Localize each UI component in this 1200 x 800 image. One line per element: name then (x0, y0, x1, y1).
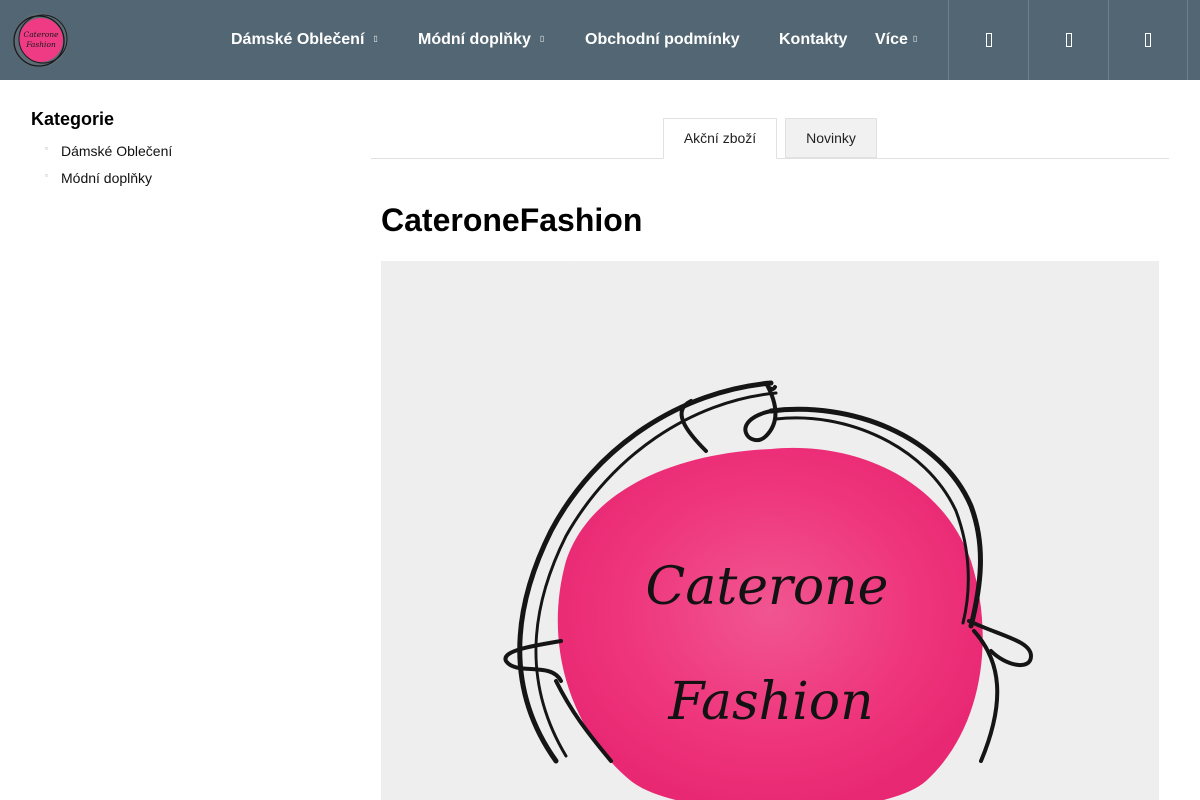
cart-icon (1145, 33, 1151, 47)
dropdown-caret-icon: ▯ (373, 34, 378, 43)
nav-item-label: Více (875, 31, 908, 49)
hero-text-line2: Fashion (667, 672, 873, 732)
sidebar-title: Kategorie (31, 109, 115, 129)
nav-item-modni-doplnky[interactable]: Módní doplňky ▯ (418, 0, 544, 80)
brand-logo[interactable]: Caterone Fashion (12, 11, 70, 69)
search-icon (985, 33, 992, 47)
nav-item-kontakty[interactable]: Kontakty (779, 0, 847, 80)
sidebar-item-modni-doplnky[interactable]: ▫ Módní doplňky (31, 170, 331, 197)
search-button[interactable] (948, 0, 1028, 80)
sidebar-item-label: Dámské Oblečení (61, 143, 173, 159)
tab-novinky[interactable]: Novinky (785, 118, 877, 158)
page-title: CateroneFashion (381, 202, 643, 238)
nav-item-obchodni-podminky[interactable]: Obchodní podmínky (585, 0, 740, 80)
bullet-icon: ▫ (45, 144, 48, 153)
nav-item-damske-obleceni[interactable]: Dámské Oblečení ▯ (231, 0, 378, 80)
dropdown-caret-icon: ▯ (539, 34, 545, 43)
user-button[interactable] (1028, 0, 1108, 80)
cart-button[interactable] (1108, 0, 1188, 80)
sidebar-item-damske-obleceni[interactable]: ▫ Dámské Oblečení (31, 143, 331, 170)
nav-item-label: Obchodní podmínky (585, 31, 740, 48)
nav-item-label: Módní doplňky (418, 31, 531, 49)
bullet-icon: ▫ (45, 171, 48, 180)
logo-text-line2: Fashion (25, 40, 56, 49)
category-sidebar: Kategorie ▫ Dámské Oblečení ▫ Módní dopl… (31, 108, 331, 197)
user-icon (1065, 33, 1072, 47)
hero-text-line1: Caterone (646, 557, 889, 617)
nav-item-label: Dámské Oblečení (231, 31, 365, 49)
sidebar-item-label: Módní doplňky (61, 170, 153, 186)
site-header: Caterone Fashion Dámské Oblečení ▯ Módní … (0, 0, 1200, 80)
tab-akcni-zbozi[interactable]: Akční zboží (663, 118, 777, 159)
logo-text-line1: Caterone (23, 30, 59, 39)
dropdown-caret-icon: ▯ (912, 34, 918, 43)
nav-item-label: Kontakty (779, 31, 848, 48)
category-list: ▫ Dámské Oblečení ▫ Módní doplňky (31, 143, 331, 197)
hero-image: Caterone Fashion (381, 261, 1159, 800)
nav-item-vice[interactable]: Více ▯ (875, 0, 917, 80)
